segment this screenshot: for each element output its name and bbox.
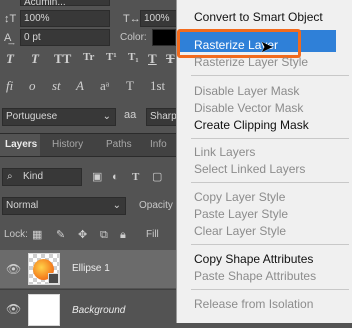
ligature-icon[interactable]: fi: [6, 79, 13, 92]
menu-item-release-from-isolation[interactable]: Release from Isolation: [194, 297, 313, 311]
discretionary-ligature-icon[interactable]: o: [29, 79, 36, 92]
color-label: Color:: [120, 32, 147, 43]
underline-button[interactable]: T: [148, 51, 157, 67]
menu-item-convert-to-smart-object[interactable]: Convert to Smart Object: [194, 10, 323, 24]
filter-kind-value: Kind: [23, 171, 44, 182]
font-family-value: Acumin...: [24, 0, 66, 8]
fraction-icon[interactable]: T: [126, 79, 134, 92]
filter-kind-select[interactable]: ⌕ Kind: [2, 168, 82, 186]
lock-position-icon[interactable]: ✥: [78, 229, 87, 241]
layer-name: Background: [72, 305, 126, 316]
menu-item-disable-vector-mask[interactable]: Disable Vector Mask: [194, 101, 303, 115]
vertical-scale-icon: ↕T: [4, 13, 17, 25]
baseline-shift-field[interactable]: 0 pt: [20, 29, 110, 46]
anti-alias-icon: aa: [124, 109, 137, 121]
tab-paths[interactable]: Paths: [106, 134, 132, 156]
menu-item-rasterize-layer-style[interactable]: Rasterize Layer Style: [194, 55, 308, 69]
menu-item-copy-shape-attributes[interactable]: Copy Shape Attributes: [194, 252, 313, 266]
anti-alias-value: Sharp: [150, 111, 177, 122]
horizontal-scale-icon: T↔: [123, 13, 141, 25]
stylistic-alt-icon[interactable]: 1st: [150, 79, 165, 92]
text-color-swatch[interactable]: [152, 29, 176, 46]
photoshop-panels: Acumin... ↕T 100% T↔ 100% A͢ 0 pt Color:…: [0, 0, 177, 328]
menu-separator: [191, 289, 349, 290]
vertical-scale-value: 100%: [24, 13, 50, 24]
artboard-icon[interactable]: ⧉: [100, 229, 108, 241]
fill-label: Fill: [146, 229, 159, 240]
titling-icon[interactable]: A: [76, 79, 84, 92]
menu-item-select-linked-layers[interactable]: Select Linked Layers: [194, 162, 305, 176]
small-caps-button[interactable]: Tr: [83, 51, 94, 63]
annotation-highlight-box: [177, 29, 301, 58]
language-select[interactable]: Portuguese ⌄: [2, 108, 116, 126]
swash-icon[interactable]: st: [52, 79, 61, 92]
horizontal-scale-value: 100%: [144, 13, 170, 24]
vertical-scale-field[interactable]: 100%: [20, 10, 110, 27]
lock-all-icon[interactable]: 🔒︎: [120, 229, 126, 241]
menu-item-paste-layer-style[interactable]: Paste Layer Style: [194, 207, 288, 221]
opacity-label: Opacity: [139, 200, 173, 211]
menu-separator: [191, 244, 349, 245]
layer-thumbnail: [28, 294, 60, 326]
lock-transparent-icon[interactable]: ▦: [32, 229, 42, 241]
filter-type-icon[interactable]: T: [132, 171, 139, 183]
layer-name: Ellipse 1: [72, 263, 110, 274]
menu-separator: [191, 182, 349, 183]
tab-info[interactable]: Info: [150, 134, 167, 156]
horizontal-scale-field[interactable]: 100%: [140, 10, 176, 27]
baseline-shift-value: 0 pt: [24, 32, 41, 43]
menu-item-link-layers[interactable]: Link Layers: [194, 145, 255, 159]
filter-adjustment-icon[interactable]: ◐: [112, 171, 119, 183]
blend-mode-value: Normal: [6, 200, 39, 211]
shape-layer-badge-icon: [48, 273, 59, 284]
baseline-shift-icon: A͢: [4, 32, 12, 44]
faux-italic-button[interactable]: T: [31, 51, 39, 67]
menu-item-disable-layer-mask[interactable]: Disable Layer Mask: [194, 84, 299, 98]
superscript-button[interactable]: T¹: [106, 51, 117, 63]
subscript-button[interactable]: T₁: [128, 51, 139, 63]
tab-history[interactable]: History: [52, 134, 83, 156]
ordinal-icon[interactable]: aᵃ: [100, 79, 109, 92]
language-value: Portuguese: [6, 111, 58, 122]
menu-separator: [191, 138, 349, 139]
tab-layers[interactable]: Layers: [0, 134, 40, 156]
menu-item-create-clipping-mask[interactable]: Create Clipping Mask: [194, 118, 309, 132]
layer-row[interactable]: 👁︎ Background: [0, 289, 176, 328]
lock-label: Lock:: [4, 229, 28, 240]
eye-icon[interactable]: 👁︎: [6, 263, 21, 275]
filter-shape-icon[interactable]: ▢: [152, 171, 162, 183]
menu-item-paste-shape-attributes[interactable]: Paste Shape Attributes: [194, 269, 316, 283]
strikethrough-button[interactable]: T: [166, 51, 175, 67]
eye-icon[interactable]: 👁︎: [6, 303, 21, 315]
layer-row[interactable]: 👁︎ Ellipse 1: [0, 250, 176, 288]
layers-panel-tabs: Layers History Paths Info: [0, 133, 176, 157]
chevron-down-icon: ⌄: [112, 200, 121, 211]
menu-item-copy-layer-style[interactable]: Copy Layer Style: [194, 190, 285, 204]
layer-context-menu: Convert to Smart Object Rasterize Layer …: [176, 0, 352, 323]
all-caps-button[interactable]: TT: [54, 51, 71, 67]
menu-item-clear-layer-style[interactable]: Clear Layer Style: [194, 224, 286, 238]
mouse-cursor-icon: ➤: [260, 39, 274, 56]
filter-pixel-icon[interactable]: ▣: [92, 171, 102, 183]
lock-image-icon[interactable]: ✎: [56, 229, 65, 241]
search-icon: ⌕: [7, 171, 13, 182]
font-family-field[interactable]: Acumin...: [20, 0, 110, 8]
faux-bold-button[interactable]: T: [6, 51, 14, 67]
layer-thumbnail: [28, 253, 60, 285]
menu-separator: [191, 75, 349, 76]
chevron-down-icon: ⌄: [102, 111, 111, 122]
blend-mode-select[interactable]: Normal ⌄: [2, 197, 126, 215]
anti-alias-select[interactable]: Sharp: [146, 108, 177, 126]
